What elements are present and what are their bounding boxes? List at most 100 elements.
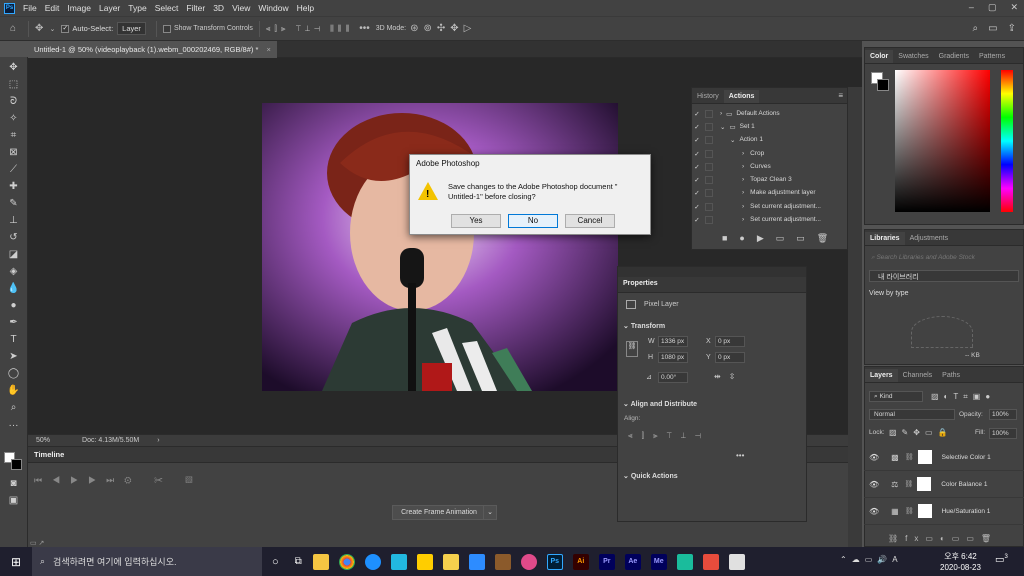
cortana-icon[interactable]: ○	[272, 556, 279, 568]
auto-select-checkbox[interactable]	[61, 24, 70, 33]
hand-tool-icon[interactable]: ✋	[6, 384, 21, 397]
cancel-button[interactable]: Cancel	[565, 214, 615, 228]
sticky-notes-icon[interactable]	[442, 553, 459, 570]
action-row[interactable]: ✓ › Crop	[692, 147, 838, 160]
minimize-icon[interactable]: –	[969, 2, 974, 13]
app-icon[interactable]	[520, 553, 537, 570]
auto-select-dropdown[interactable]: Layer	[117, 22, 146, 35]
timeline-footer-icons[interactable]: ▭ ↗	[30, 539, 44, 547]
menu-edit[interactable]: Edit	[45, 3, 60, 13]
timeline-controls[interactable]: ⏮◀▶▶⏭⚙ ✂ ▨	[34, 475, 202, 486]
action-row[interactable]: ✓ › Topaz Clean 3	[692, 173, 838, 186]
hue-slider[interactable]	[1001, 70, 1013, 212]
align-distribute-section[interactable]: ⌄ Align and Distribute	[623, 400, 697, 408]
x-field[interactable]: 0 px	[715, 336, 745, 347]
align-icons[interactable]: ⫷⫿⫸⊤⊥⊣	[628, 431, 710, 441]
stamp-tool-icon[interactable]: ⊥	[6, 214, 21, 227]
close-icon[interactable]: ✕	[1010, 2, 1018, 13]
menu-layer[interactable]: Layer	[99, 3, 120, 13]
move-tool-icon[interactable]: ✥	[6, 61, 21, 74]
home-icon[interactable]: ⌂	[10, 23, 16, 34]
3d-mode-icons[interactable]: ⊛⊚✣✥▷	[410, 23, 476, 34]
doc-size[interactable]: Doc: 4.13M/5.50M	[82, 437, 139, 444]
tab-layers[interactable]: Layers	[865, 369, 898, 382]
windows-start-icon[interactable]: ⊞	[0, 547, 32, 576]
pen-tool-icon[interactable]: ✒	[6, 316, 21, 329]
type-tool-icon[interactable]: T	[6, 333, 21, 346]
library-search[interactable]: ⌕ Search Libraries and Adobe Stock	[871, 254, 975, 262]
blend-mode-dropdown[interactable]: Normal	[869, 409, 955, 420]
marquee-tool-icon[interactable]: ⬚	[6, 78, 21, 91]
quick-actions-section[interactable]: ⌄ Quick Actions	[623, 472, 678, 480]
color-picker-field[interactable]	[895, 70, 990, 212]
view-by-type[interactable]: View by type	[869, 290, 909, 297]
kakaotalk-icon[interactable]	[416, 553, 433, 570]
illustrator-icon[interactable]: Ai	[572, 553, 589, 570]
eyedropper-tool-icon[interactable]: ⟋	[6, 163, 21, 176]
premiere-icon[interactable]: Pr	[598, 553, 615, 570]
eye-icon[interactable]: 👁	[869, 507, 879, 516]
tab-adjustments[interactable]: Adjustments	[905, 232, 954, 245]
tab-gradients[interactable]: Gradients	[934, 50, 974, 63]
height-field[interactable]: 1080 px	[658, 352, 688, 363]
document-canvas-image[interactable]	[262, 103, 618, 391]
system-tray-icons[interactable]: ⌃☁▭🔊A	[840, 555, 903, 564]
search-icon[interactable]: ⌕	[973, 23, 979, 34]
layer-filter-dropdown[interactable]: ⌕ Kind	[869, 391, 923, 402]
eraser-tool-icon[interactable]: ◪	[6, 248, 21, 261]
tab-color[interactable]: Color	[865, 50, 894, 63]
action-row[interactable]: ✓ › Set current adjustment...	[692, 200, 838, 213]
menu-file[interactable]: File	[23, 3, 37, 13]
menu-window[interactable]: Window	[258, 3, 288, 13]
menu-type[interactable]: Type	[128, 3, 146, 13]
lock-icons[interactable]: ▨✎✥▭🔒	[889, 428, 952, 437]
background-color-swatch[interactable]	[11, 459, 22, 470]
workspace-icon[interactable]: ▭	[988, 23, 997, 34]
dodge-tool-icon[interactable]: ●	[6, 299, 21, 312]
edge-icon[interactable]	[364, 553, 381, 570]
move-tool-icon[interactable]: ✥	[35, 23, 43, 34]
shape-tool-icon[interactable]: ◯	[6, 367, 21, 380]
chevron-down-icon[interactable]: ⌄	[49, 25, 55, 33]
menu-image[interactable]: Image	[67, 3, 91, 13]
quick-mask-icon[interactable]: ◙	[6, 477, 21, 490]
app-icon[interactable]	[494, 553, 511, 570]
more-options-icon[interactable]: •••	[359, 23, 370, 34]
eye-icon[interactable]: 👁	[869, 453, 879, 462]
show-transform-checkbox[interactable]	[162, 24, 171, 33]
distribute-icons[interactable]: ⫼⫼⫼	[330, 24, 353, 34]
frame-tool-icon[interactable]: ⊠	[6, 146, 21, 159]
app-icon[interactable]	[702, 553, 719, 570]
tab-channels[interactable]: Channels	[898, 369, 938, 382]
notification-icon[interactable]: ▭3	[995, 554, 1008, 565]
yes-button[interactable]: Yes	[451, 214, 501, 228]
maximize-icon[interactable]: ▢	[988, 2, 997, 13]
blur-tool-icon[interactable]: 💧	[6, 282, 21, 295]
menu-filter[interactable]: Filter	[186, 3, 205, 13]
app-icon[interactable]	[728, 553, 745, 570]
link-icon[interactable]: ⛓	[626, 341, 638, 357]
action-row[interactable]: ✓ ⌄ Action 1	[692, 133, 838, 146]
layer-filter-icons[interactable]: ▨◐T⌗▣●	[931, 392, 995, 402]
panel-menu-icon[interactable]: ≡	[838, 91, 843, 100]
layer-row[interactable]: 👁 ⚖ ⛓ Color Balance 1	[864, 471, 1024, 498]
taskbar-search[interactable]: ⌕ 검색하려면 여기에 입력하십시오.	[32, 547, 262, 576]
y-field[interactable]: 0 px	[715, 352, 745, 363]
zoom-icon[interactable]	[468, 553, 485, 570]
paint-bucket-icon[interactable]: ◈	[6, 265, 21, 278]
action-row[interactable]: ✓ › Curves	[692, 160, 838, 173]
tab-libraries[interactable]: Libraries	[865, 232, 905, 245]
brush-tool-icon[interactable]: ✎	[6, 197, 21, 210]
photoshop-taskbar-icon[interactable]: Ps	[546, 553, 563, 570]
screen-mode-icon[interactable]: ▣	[6, 494, 21, 507]
status-menu-icon[interactable]: ›	[157, 437, 159, 444]
more-options-icon[interactable]: •••	[736, 451, 744, 460]
layers-footer-icons[interactable]: ⛓fx▭◐▭▭🗑	[888, 534, 998, 543]
actions-footer-icons[interactable]: ■●▶▭▭🗑	[722, 233, 840, 244]
layer-row[interactable]: 👁 ▦ ⛓ Hue/Saturation 1	[864, 498, 1024, 525]
task-view-icon[interactable]: ⧉	[295, 556, 302, 567]
action-row[interactable]: ✓ › Make adjustment layer	[692, 186, 838, 199]
action-row[interactable]: ✓ ⌄ ▭ Set 1	[692, 120, 838, 133]
zoom-tool-icon[interactable]: ⌕	[6, 401, 21, 414]
no-button[interactable]: No	[508, 214, 558, 228]
